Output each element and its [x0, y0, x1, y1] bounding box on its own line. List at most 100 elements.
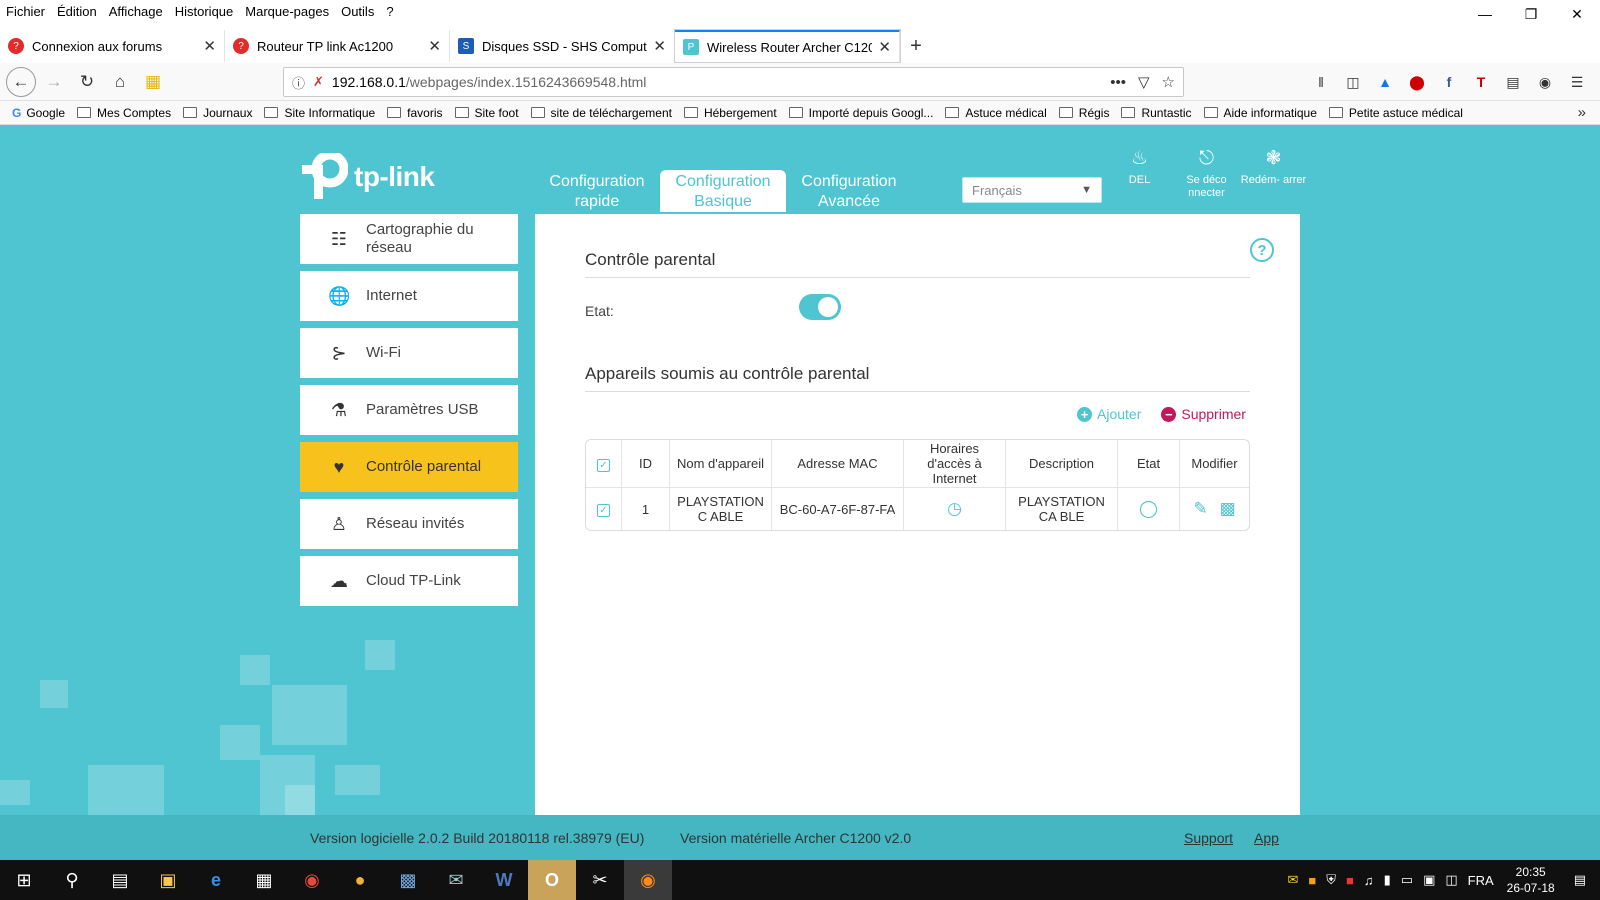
menu-fichier[interactable]: Fichier: [6, 4, 45, 19]
firefox-icon[interactable]: ◉: [624, 860, 672, 900]
help-icon[interactable]: ?: [1250, 238, 1274, 262]
sidebar-item-reseau-invites[interactable]: ♙ Réseau invités: [300, 499, 518, 549]
trash-icon[interactable]: ▩: [1220, 500, 1236, 517]
menu-aide[interactable]: ?: [386, 4, 393, 19]
extension-icon[interactable]: ▤: [1497, 67, 1529, 97]
tray-mail-icon[interactable]: ✉: [1287, 872, 1298, 888]
tray-device-icon[interactable]: ▭: [1401, 872, 1413, 888]
bookmark-folder[interactable]: Runtastic: [1121, 106, 1192, 120]
network-icon[interactable]: ◫: [1445, 872, 1457, 888]
close-tab-icon[interactable]: ✕: [203, 37, 216, 55]
menu-affichage[interactable]: Affichage: [109, 4, 163, 19]
tray-window-icon[interactable]: ▣: [1423, 872, 1435, 888]
sidebar-item-controle-parental[interactable]: ♥ Contrôle parental: [300, 442, 518, 492]
home-icon[interactable]: ⌂: [105, 67, 135, 97]
paint-icon[interactable]: ●: [336, 860, 384, 900]
facebook-icon[interactable]: f: [1433, 67, 1465, 97]
address-bar[interactable]: ⓘ ✗ 192.168.0.1/webpages/index.151624366…: [283, 67, 1184, 97]
add-button[interactable]: + Ajouter: [1077, 406, 1141, 422]
tray-shield-icon[interactable]: ⛨: [1326, 872, 1336, 888]
volume-icon[interactable]: ♫: [1364, 873, 1374, 888]
bookmark-folder[interactable]: Site Informatique: [264, 106, 375, 120]
bookmark-folder[interactable]: favoris: [387, 106, 443, 120]
sidebar-item-usb[interactable]: ⚗ Paramètres USB: [300, 385, 518, 435]
screenshot-tool-icon[interactable]: ✂: [576, 860, 624, 900]
tab-configuration-avancee[interactable]: Configuration Avancée: [786, 170, 912, 212]
sidebar-item-cartographie[interactable]: ☷ Cartographie du réseau: [300, 214, 518, 264]
menu-edition[interactable]: Édition: [57, 4, 97, 19]
new-tab-icon[interactable]: +: [900, 30, 932, 62]
close-window-icon[interactable]: ✕: [1554, 0, 1600, 28]
url-text[interactable]: 192.168.0.1/webpages/index.1516243669548…: [332, 74, 1098, 90]
app-icon[interactable]: ▩: [384, 860, 432, 900]
bookmark-folder[interactable]: Régis: [1058, 106, 1109, 120]
bookmark-folder[interactable]: Aide informatique: [1203, 106, 1317, 120]
close-tab-icon[interactable]: ✕: [878, 38, 891, 56]
sidebar-item-internet[interactable]: 🌐 Internet: [300, 271, 518, 321]
task-view-icon[interactable]: ▤: [96, 860, 144, 900]
mail-icon[interactable]: ✉: [432, 860, 480, 900]
store-icon[interactable]: ▦: [240, 860, 288, 900]
support-link[interactable]: Support: [1184, 830, 1233, 846]
edge-icon[interactable]: e: [192, 860, 240, 900]
browser-tab-router-active[interactable]: P Wireless Router Archer C1200 ✕: [675, 30, 900, 62]
bookmarks-overflow-icon[interactable]: »: [1578, 104, 1586, 121]
file-explorer-icon[interactable]: ▣: [144, 860, 192, 900]
tray-antivirus-icon[interactable]: ■: [1346, 873, 1354, 888]
minimize-icon[interactable]: —: [1462, 0, 1508, 28]
delete-button[interactable]: − Supprimer: [1161, 406, 1246, 422]
reload-icon[interactable]: ↻: [72, 67, 102, 97]
windows-start-icon[interactable]: ⊞: [0, 860, 48, 900]
row-checkbox[interactable]: ✓: [597, 504, 610, 517]
forward-icon[interactable]: →: [39, 67, 69, 97]
tab-configuration-rapide[interactable]: Configuration rapide: [534, 170, 660, 212]
search-icon[interactable]: ⚲: [48, 860, 96, 900]
sidebar-icon[interactable]: ◫: [1337, 67, 1369, 97]
bookmark-star-icon[interactable]: ☆: [1162, 73, 1175, 91]
clock[interactable]: 20:35 26-07-18: [1507, 864, 1555, 896]
edit-icon[interactable]: ✎: [1193, 500, 1207, 517]
language-select[interactable]: Français ▼: [962, 177, 1102, 203]
chrome-icon[interactable]: ◉: [288, 860, 336, 900]
bookmark-folder[interactable]: Journaux: [183, 106, 252, 120]
browser-tab-forums[interactable]: ? Connexion aux forums ✕: [0, 30, 225, 62]
sidebar-item-cloud[interactable]: ☁ Cloud TP-Link: [300, 556, 518, 606]
library-icon[interactable]: ‖: [1305, 67, 1337, 97]
bookmark-google[interactable]: G Google: [12, 106, 65, 120]
action-center-icon[interactable]: ▤: [1574, 872, 1586, 888]
menu-marque-pages[interactable]: Marque-pages: [245, 4, 329, 19]
bookmark-folder[interactable]: site de téléchargement: [530, 106, 672, 120]
battery-icon[interactable]: ▮: [1384, 872, 1391, 888]
t-extension-icon[interactable]: T: [1465, 67, 1497, 97]
hamburger-menu-icon[interactable]: ☰: [1561, 67, 1593, 97]
close-tab-icon[interactable]: ✕: [653, 37, 666, 55]
bookmark-folder[interactable]: Petite astuce médical: [1328, 106, 1463, 120]
restore-icon[interactable]: ❐: [1508, 0, 1554, 28]
logout-button[interactable]: ⎋ Se déco nnecter: [1173, 147, 1240, 200]
extension-circle-icon[interactable]: ◉: [1529, 67, 1561, 97]
close-tab-icon[interactable]: ✕: [428, 37, 441, 55]
back-icon[interactable]: ←: [6, 66, 36, 97]
bookmark-folder[interactable]: Astuce médical: [945, 106, 1047, 120]
parental-control-toggle[interactable]: [799, 294, 841, 320]
tab-configuration-basique[interactable]: Configuration Basique: [660, 170, 786, 212]
app-link[interactable]: App: [1254, 830, 1279, 846]
select-all-checkbox[interactable]: ✓: [597, 458, 610, 472]
bookmark-folder[interactable]: Importé depuis Googl...: [788, 106, 933, 120]
sidebar-item-wifi[interactable]: ⊱ Wi-Fi: [300, 328, 518, 378]
pocket-icon[interactable]: ▽: [1138, 73, 1150, 91]
bookmark-folder[interactable]: Hébergement: [683, 106, 777, 120]
input-language[interactable]: FRA: [1468, 873, 1494, 888]
tiles-icon[interactable]: ▦: [138, 67, 168, 97]
info-icon[interactable]: ⓘ: [292, 73, 305, 92]
tray-app-icon[interactable]: ■: [1308, 873, 1316, 888]
browser-tab-routeur[interactable]: ? Routeur TP link Ac1200 ✕: [225, 30, 450, 62]
lightbulb-icon[interactable]: ◯: [1139, 500, 1158, 517]
bookmark-folder[interactable]: Mes Comptes: [77, 106, 171, 120]
browser-tab-disques[interactable]: S Disques SSD - SHS Computer ✕: [450, 30, 675, 62]
notifications-icon[interactable]: ▲: [1369, 67, 1401, 97]
del-button[interactable]: ♨ DEL: [1106, 147, 1173, 200]
bookmark-folder[interactable]: Site foot: [454, 106, 519, 120]
word-icon[interactable]: W: [480, 860, 528, 900]
menu-historique[interactable]: Historique: [175, 4, 234, 19]
